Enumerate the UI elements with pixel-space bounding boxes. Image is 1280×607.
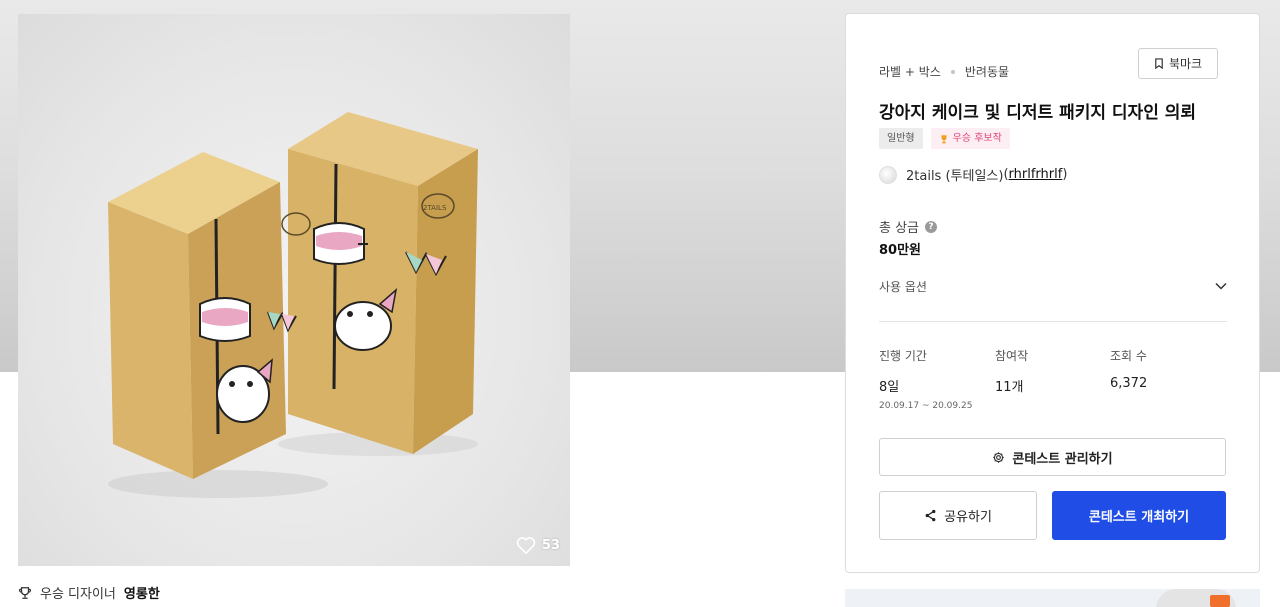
manage-contest-button[interactable]: 콘테스트 관리하기: [879, 438, 1226, 476]
stat-period: 진행 기간 8일 20.09.17 ~ 20.09.25: [879, 347, 972, 411]
prize-value: 80만원: [879, 243, 922, 258]
stat-entries: 참여작 11개: [995, 347, 1028, 395]
winner-candidate-label: 우승 후보작: [952, 133, 1002, 144]
contest-tags: 일반형 우승 후보작: [879, 128, 1010, 149]
category-secondary[interactable]: 반려동물: [965, 63, 1009, 80]
bookmark-label: 북마크: [1168, 57, 1203, 71]
gear-icon: [993, 451, 1005, 463]
back-box: 2TAILS: [288, 112, 478, 454]
host-contest-label: 콘테스트 개최하기: [1088, 510, 1190, 525]
stat-views-value: 6,372: [1110, 376, 1148, 391]
like-count: 53: [541, 537, 560, 553]
contest-title: 강아지 케이크 및 디저트 패키지 디자인 의뢰: [879, 103, 1197, 123]
entry-image[interactable]: 2TAILS 53: [18, 14, 570, 566]
promo-banner[interactable]: [845, 589, 1260, 607]
stat-period-dates: 20.09.17 ~ 20.09.25: [879, 401, 973, 411]
contest-info-panel: 라벨 + 박스 반려동물 북마크 강아지 케이크 및 디저트 패키지 디자인 의…: [845, 13, 1260, 573]
host-contest-button[interactable]: 콘테스트 개최하기: [1052, 491, 1226, 540]
trophy-icon: [941, 134, 947, 143]
promo-badge: [1210, 595, 1230, 607]
winner-name[interactable]: 영롱한: [124, 583, 160, 602]
stat-views: 조회 수 6,372: [1110, 347, 1147, 391]
prize-label: 총 상금 ?: [879, 217, 938, 236]
contest-type-badge: 일반형: [879, 128, 923, 149]
bookmark-button[interactable]: 북마크: [1138, 48, 1218, 79]
contest-host: 2tails (투테일스) ( rhrlfrhrlf ): [879, 165, 1067, 184]
chevron-down-icon: [1215, 282, 1227, 290]
host-id-close: ): [1062, 167, 1068, 182]
host-id-link[interactable]: rhrlfrhrlf: [1009, 167, 1063, 182]
share-button[interactable]: 공유하기: [879, 491, 1037, 540]
svg-text:2TAILS: 2TAILS: [423, 204, 447, 212]
bookmark-icon: [1155, 58, 1163, 69]
winner-designer: 우승 디자이너 영롱한: [18, 583, 160, 602]
avatar[interactable]: [879, 165, 897, 184]
front-box: [108, 152, 311, 479]
share-label: 공유하기: [944, 510, 992, 525]
usage-options-label: 사용 옵션: [879, 279, 927, 294]
box-illustration: 2TAILS: [108, 112, 478, 498]
stat-views-label: 조회 수: [1110, 349, 1147, 363]
share-icon: [925, 509, 936, 522]
winner-candidate-badge: 우승 후보작: [930, 128, 1010, 149]
prize-label-text: 총 상금: [879, 221, 920, 236]
trophy-icon: [18, 586, 32, 599]
host-name: 2tails (투테일스): [906, 169, 1004, 184]
usage-options-toggle[interactable]: 사용 옵션: [879, 276, 1227, 296]
manage-contest-label: 콘테스트 관리하기: [1012, 451, 1113, 467]
stat-period-value: 8일: [879, 380, 900, 395]
stat-period-label: 진행 기간: [879, 349, 927, 363]
breadcrumb-separator: [950, 69, 955, 74]
winner-prefix: 우승 디자이너: [40, 587, 116, 602]
divider: [879, 321, 1227, 322]
stat-entries-label: 참여작: [995, 349, 1029, 363]
help-icon[interactable]: ?: [925, 220, 938, 233]
breadcrumb: 라벨 + 박스 반려동물: [879, 63, 1009, 80]
category-primary[interactable]: 라벨 + 박스: [879, 63, 941, 80]
stat-entries-value: 11개: [995, 380, 1024, 395]
heart-icon: [516, 537, 536, 554]
like-counter[interactable]: 53: [516, 536, 560, 554]
